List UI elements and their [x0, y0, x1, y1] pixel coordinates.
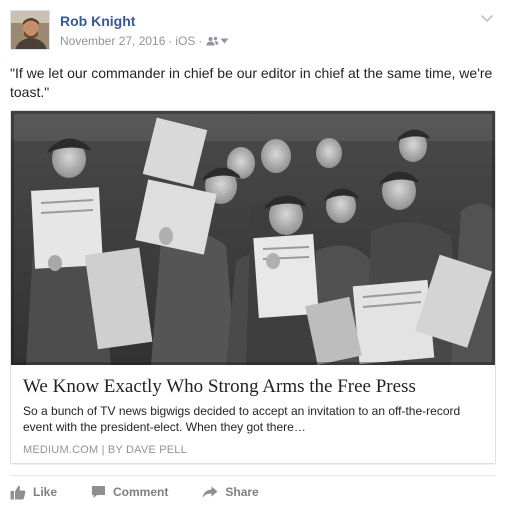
post-date[interactable]: November 27, 2016	[60, 34, 165, 48]
feed-post: Rob Knight November 27, 2016 · iOS · "If…	[0, 0, 506, 506]
avatar[interactable]	[10, 10, 50, 50]
post-actions: Like Comment Share	[10, 482, 496, 502]
link-preview-image[interactable]	[11, 111, 495, 365]
newsboys-photo	[11, 111, 495, 365]
post-message: "If we let our commander in chief be our…	[10, 65, 493, 100]
comment-label: Comment	[113, 485, 169, 499]
post-header: Rob Knight November 27, 2016 · iOS ·	[10, 10, 496, 52]
link-preview-body: We Know Exactly Who Strong Arms the Free…	[11, 365, 495, 463]
caret-down-icon	[220, 38, 229, 44]
actions-divider	[10, 475, 496, 476]
like-button[interactable]: Like	[10, 485, 57, 500]
author-name[interactable]: Rob Knight	[60, 13, 135, 29]
link-title[interactable]: We Know Exactly Who Strong Arms the Free…	[23, 375, 483, 399]
meta-separator-2: ·	[198, 34, 203, 48]
thumbs-up-icon	[10, 485, 26, 499]
chevron-down-icon[interactable]	[480, 12, 494, 24]
comment-icon	[92, 486, 106, 498]
post-platform: iOS	[175, 34, 196, 48]
link-source: MEDIUM.COM | BY DAVE PELL	[23, 444, 187, 456]
share-label: Share	[225, 485, 259, 499]
like-label: Like	[33, 485, 58, 499]
meta-separator: ·	[168, 34, 173, 48]
comment-button[interactable]: Comment	[91, 485, 168, 499]
post-meta: November 27, 2016 · iOS ·	[60, 34, 229, 48]
audience-selector[interactable]	[206, 36, 229, 46]
link-preview-card[interactable]: We Know Exactly Who Strong Arms the Free…	[10, 110, 496, 464]
share-arrow-icon	[202, 486, 218, 498]
link-description: So a bunch of TV news bigwigs decided to…	[23, 404, 461, 434]
share-button[interactable]: Share	[202, 485, 259, 499]
friends-icon	[206, 36, 219, 46]
